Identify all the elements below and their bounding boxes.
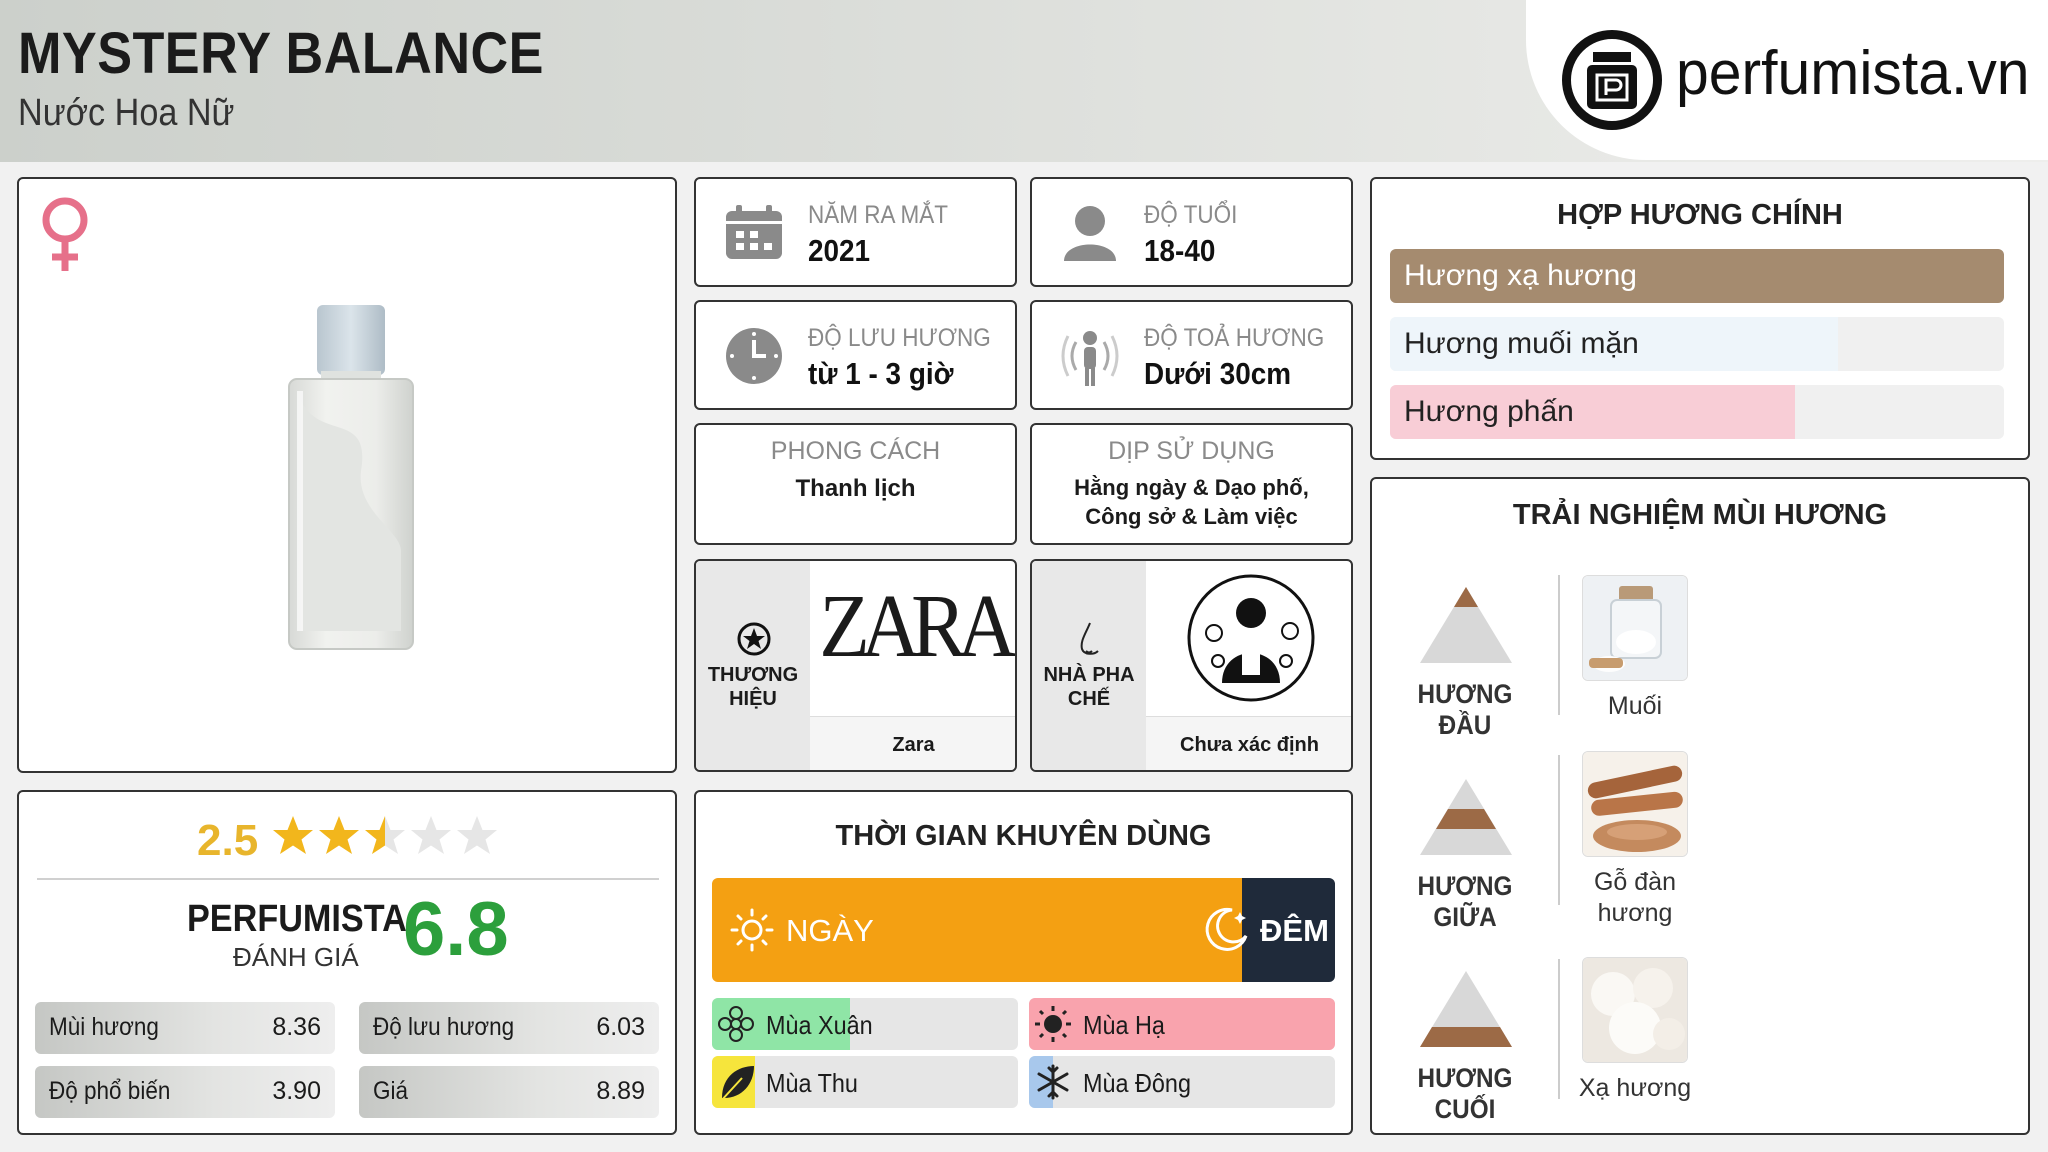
- brand-label: THƯƠNG HIỆU: [707, 664, 799, 710]
- day-label: NGÀY: [786, 913, 874, 948]
- sillage-label: ĐỘ TOẢ HƯƠNG: [1144, 324, 1325, 352]
- launch-year-value: 2021: [808, 233, 871, 268]
- note-salt-label: Muối: [1607, 692, 1663, 720]
- moon-icon: [1205, 907, 1248, 951]
- review-label: ĐÁNH GIÁ: [233, 942, 359, 972]
- note-sandalwood-image: [1582, 751, 1688, 857]
- pyramid-base-icon: [1420, 971, 1512, 1047]
- radiate-person-icon: [1061, 331, 1119, 386]
- longevity-label: ĐỘ LƯU HƯƠNG: [808, 324, 991, 352]
- star-rating-icon: [273, 816, 497, 854]
- logo-text: perfumista.vn: [1676, 39, 2030, 108]
- longevity-value: từ 1 - 3 giờ: [808, 356, 954, 391]
- launch-year-card: NĂM RA MẮT 2021: [694, 177, 1017, 287]
- zara-logo: ZARA: [819, 577, 1015, 676]
- scent-experience-title: TRẢI NGHIỆM MÙI HƯƠNG: [1512, 499, 1888, 531]
- main-accords-card: HỢP HƯƠNG CHÍNH Hương xạ hương Hương muố…: [1370, 177, 2030, 460]
- score-scent: Mùi hương 8.36: [35, 1002, 335, 1054]
- product-image-card: [17, 177, 677, 773]
- season-spring-label: Mùa Xuân: [766, 1010, 873, 1040]
- star-rating-value: 2.5: [197, 816, 259, 865]
- divider: [37, 878, 659, 880]
- leaf-icon: [719, 1066, 754, 1103]
- season-summer: Mùa Hạ: [1029, 998, 1335, 1050]
- score-price: Giá 8.89: [359, 1066, 659, 1118]
- recommended-time-card: THỜI GIAN KHUYÊN DÙNG NGÀY ĐÊM Mùa Xuân: [694, 790, 1353, 1135]
- calendar-icon: [726, 205, 782, 259]
- tier-middle-label: HƯƠNG GIỮA: [1417, 871, 1513, 932]
- accord-salty-label: Hương muối mặn: [1404, 327, 1639, 360]
- scent-experience-card: TRẢI NGHIỆM MÙI HƯƠNG HƯƠNG ĐẦU Muối HƯƠ…: [1370, 477, 2030, 1135]
- note-musk-label: Xạ hương: [1578, 1074, 1692, 1102]
- page-header: MYSTERY BALANCE Nước Hoa Nữ perfumista.v…: [0, 0, 2048, 162]
- tier-base-label: HƯƠNG CUỐI: [1417, 1063, 1513, 1124]
- perfumer-card[interactable]: NHÀ PHA CHẾ Chưa xác định: [1030, 559, 1353, 772]
- brand-logo-area[interactable]: perfumista.vn: [1526, 0, 2048, 160]
- pyramid-middle-icon: [1420, 779, 1512, 855]
- brand-name: Zara: [892, 734, 935, 756]
- tier-top-label: HƯƠNG ĐẦU: [1417, 679, 1513, 740]
- launch-year-label: NĂM RA MẮT: [808, 201, 949, 229]
- snowflake-icon: [1037, 1064, 1069, 1100]
- age-card: ĐỘ TUỔI 18-40: [1030, 177, 1353, 287]
- perfumista-score: 6.8: [403, 887, 509, 972]
- nose-icon: [1080, 622, 1099, 655]
- person-icon: [1064, 206, 1116, 261]
- style-value: Thanh lịch: [795, 475, 916, 502]
- night-label: ĐÊM: [1260, 913, 1329, 948]
- accord-powdery-label: Hương phấn: [1404, 395, 1574, 428]
- occasion-value: Hằng ngày & Dạo phố, Công sở & Làm việc: [1074, 475, 1309, 529]
- perfumista-logo-icon: [1562, 30, 1662, 130]
- rating-card: 2.5 PERFUMISTA ĐÁNH GIÁ 6.8 Mùi hương 8.…: [17, 790, 677, 1135]
- longevity-card: ĐỘ LƯU HƯƠNG từ 1 - 3 giờ: [694, 300, 1017, 410]
- season-summer-label: Mùa Hạ: [1083, 1010, 1165, 1040]
- note-sandalwood-label: Gỗ đàn hương: [1593, 868, 1676, 927]
- accord-musk-label: Hương xạ hương: [1404, 259, 1637, 292]
- style-label: PHONG CÁCH: [770, 437, 941, 465]
- summer-sun-icon: [1035, 1006, 1071, 1042]
- recommended-time-title: THỜI GIAN KHUYÊN DÙNG: [835, 820, 1212, 852]
- sillage-value: Dưới 30cm: [1144, 356, 1292, 391]
- occasion-label: DỊP SỬ DỤNG: [1108, 437, 1275, 465]
- sun-icon: [730, 908, 774, 952]
- accord-powdery: Hương phấn: [1390, 385, 2004, 439]
- age-label: ĐỘ TUỔI: [1144, 201, 1238, 229]
- brand-card[interactable]: THƯƠNG HIỆU ZARA Zara: [694, 559, 1017, 772]
- star-circle-icon: [737, 622, 771, 656]
- clock-icon: [726, 328, 782, 384]
- perfumista-label: PERFUMISTA: [187, 898, 407, 940]
- note-musk-image: [1582, 957, 1688, 1063]
- female-symbol-icon: [42, 197, 88, 271]
- perfume-subtitle: Nước Hoa Nữ: [18, 92, 235, 134]
- season-winter: Mùa Đông: [1029, 1056, 1335, 1108]
- pyramid-top-icon: [1420, 587, 1512, 663]
- accord-musk: Hương xạ hương: [1390, 249, 2004, 303]
- age-value: 18-40: [1144, 233, 1216, 268]
- perfume-bottle-image: [288, 305, 414, 650]
- style-card: PHONG CÁCH Thanh lịch: [694, 423, 1017, 545]
- season-winter-label: Mùa Đông: [1083, 1068, 1191, 1098]
- score-popularity: Độ phổ biến 3.90: [35, 1066, 335, 1118]
- note-salt-image: [1582, 575, 1688, 681]
- season-autumn-label: Mùa Thu: [766, 1068, 858, 1098]
- main-accords-title: HỢP HƯƠNG CHÍNH: [1557, 199, 1843, 231]
- score-longevity: Độ lưu hương 6.03: [359, 1002, 659, 1054]
- season-autumn: Mùa Thu: [712, 1056, 1018, 1108]
- accord-salty: Hương muối mặn: [1390, 317, 2004, 371]
- sillage-card: ĐỘ TOẢ HƯƠNG Dưới 30cm: [1030, 300, 1353, 410]
- occasion-card: DỊP SỬ DỤNG Hằng ngày & Dạo phố, Công sở…: [1030, 423, 1353, 545]
- flower-icon: [718, 1006, 754, 1042]
- season-spring: Mùa Xuân: [712, 998, 1018, 1050]
- perfume-title: MYSTERY BALANCE: [18, 21, 544, 86]
- perfumer-name: Chưa xác định: [1180, 734, 1319, 756]
- perfumer-avatar-icon: [1187, 574, 1315, 702]
- perfumer-label: NHÀ PHA CHẾ: [1043, 664, 1135, 710]
